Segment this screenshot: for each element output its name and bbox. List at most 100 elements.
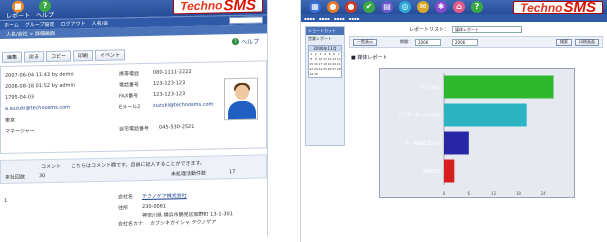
chart-category-label: 新聞(31) (423, 168, 441, 175)
tab-event[interactable]: イベント (95, 49, 126, 62)
count-value: 30 (39, 173, 46, 180)
report-main: レポートリスト： 媒体レポート 一覧表示 期間： 2006 2006 検索 印刷… (349, 26, 603, 216)
field-created: 2006-08-18 01:52 by admin (5, 82, 76, 90)
chart-category-label: 新・雑誌広告(16) (405, 140, 441, 147)
company-kana: カブシキガイシャ テクノゲア (150, 219, 217, 227)
settings-icon[interactable]: ✱ (435, 0, 447, 13)
tab-copy[interactable]: コピー (46, 50, 72, 63)
logo-accent: SMS (223, 0, 256, 14)
chart-x-tick-label: 24 (541, 191, 547, 196)
tab-back[interactable]: 戻る (24, 51, 45, 63)
value-email2[interactable]: suzuki@technosms.com (153, 102, 213, 109)
calendar-grid[interactable]: 1234567 8 9 10 11 12 13 14 15 16 17 18 19 20 21 22 23… (309, 52, 341, 77)
period-end-select[interactable]: 2006 (452, 38, 478, 46)
technosms-logo-right: Techno SMS (513, 0, 603, 16)
company-zip: 230-0061 (142, 203, 167, 211)
avatar-head (235, 84, 249, 101)
chart-heading: ■ 媒体レポート (351, 55, 388, 61)
company-icon[interactable]: ● (345, 0, 357, 13)
nav-logout[interactable]: ログアウト (61, 20, 86, 28)
chart-heading-text: 媒体レポート (357, 55, 388, 61)
right-nav: ▪▪▪▪ ▪▪▪▪ ▪▪▪▪ ▪▪▪▪ (301, 14, 607, 22)
help-icon-right[interactable]: ? (471, 0, 483, 13)
field-email[interactable]: a.suzuki@technosms.com (5, 105, 70, 112)
tab-edit[interactable]: 編集 (2, 51, 23, 63)
field-updated: 2007-06-04 11:43 by demo (5, 71, 74, 79)
shortcut-sidebar: ショートカット 営業レポート 2006年11月 1234567 8 9 10 11 12… (305, 26, 345, 146)
avatar (224, 77, 258, 121)
search-button[interactable]: 検索 (556, 38, 572, 46)
todo-icon[interactable]: ✔ (363, 0, 375, 13)
company-kana-label: 会社名カナ (118, 221, 144, 228)
tab-print[interactable]: 印刷 (73, 50, 94, 62)
home-icon[interactable]: ⌂ (453, 0, 465, 13)
nav-account[interactable]: 人名/会 (92, 20, 109, 27)
right-nav-item[interactable]: ▪▪▪▪ (319, 16, 330, 21)
comment-panel: コメント こちらはコメント欄です。自由に記入することができます。 来社回数 30… (0, 154, 267, 184)
company-address-label: 住所 (118, 205, 129, 212)
company-name-link[interactable]: テクノゲア株式会社 (142, 192, 187, 200)
calendar-icon[interactable]: ▦ (309, 0, 321, 13)
count-label: 来社回数 (5, 174, 26, 181)
chart-x-tick-label: 18 (516, 191, 522, 196)
value-fax: 123-123-123 (153, 91, 186, 98)
search-input[interactable] (229, 16, 263, 25)
chart-plot-area: なし(161) インターネット(191) 新・雑誌広告(16) 新聞(31) 0 6 12 1… (379, 68, 575, 198)
help-link[interactable]: ? ヘルプ (231, 37, 259, 47)
report-icon: ■ (12, 0, 24, 13)
period-start-select[interactable]: 2006 (415, 38, 441, 46)
help-link-label: ヘルプ (240, 38, 259, 46)
logo-text-right: Techno (520, 0, 563, 15)
field-region: 東京 (5, 117, 16, 124)
company-address: 神奈川県 横浜市鶴見区佃野町 13-1-301 (142, 211, 233, 220)
label-home-phone: 自宅電話番号 (119, 125, 150, 133)
company-marker: 1 (4, 197, 8, 204)
value-phone: 123-123-123 (153, 80, 186, 87)
nav-home[interactable]: ホーム (4, 22, 19, 29)
right-toolbar: ▦ ● ● ✔ ▤ ◎ ✉ ✱ ⌂ ? Techno SMS (301, 0, 607, 16)
toolbar-report-label: レポート (6, 11, 31, 20)
right-nav-item[interactable]: ▪▪▪▪ (334, 16, 345, 21)
chart-bar[interactable] (444, 131, 469, 155)
chart-x-tick-label: 0 (443, 191, 446, 196)
chart-container: ■ 媒体レポート なし(161) インターネット(191) 新・雑誌広告(16) 新聞… (349, 54, 603, 204)
report-list-selector: レポートリスト： 媒体レポート (409, 26, 523, 33)
bar-chart: なし(161) インターネット(191) 新・雑誌広告(16) 新聞(31) 0 6 12 1… (397, 73, 554, 196)
mail-icon[interactable]: ✉ (417, 0, 429, 13)
comment-text: こちらはコメント欄です。自由に記入することができます。 (71, 160, 206, 170)
sidebar-item-sales-report[interactable]: 営業レポート (306, 35, 344, 43)
right-nav-item[interactable]: ▪▪▪▪ (304, 16, 315, 21)
contact-detail-panel: 2007-06-04 11:43 by demo 2006-08-18 01:5… (0, 60, 267, 154)
toolbar-help-button[interactable]: ? ヘルプ (36, 0, 54, 19)
print-view-button[interactable]: 印刷画面 (575, 38, 599, 46)
unfinished-label: 未処理活動件数 (171, 170, 207, 178)
report-list-select[interactable]: 媒体レポート (452, 26, 523, 33)
logo-text: Techno (180, 0, 223, 14)
value-mobile: 080-1111-2222 (153, 68, 192, 76)
label-mobile: 携帯電話 (119, 71, 140, 78)
period-label: 期間： (400, 39, 412, 44)
value-home-phone: 045-530-2521 (159, 123, 195, 131)
help-circle-icon: ? (231, 37, 239, 46)
avatar-body (228, 100, 256, 121)
contact-detail-screenshot: ■ レポート ? ヘルプ Techno SMS ホーム グループ設定 ログアウト … (0, 0, 268, 242)
right-nav-item[interactable]: ▪▪▪▪ (349, 16, 360, 21)
document-icon[interactable]: ▤ (381, 0, 393, 13)
mini-calendar: 2006年11月 1234567 8 9 10 11 12 13 14 15 16 17 18 19… (308, 45, 342, 78)
toolbar-report-button[interactable]: ■ レポート (6, 0, 30, 19)
list-view-button[interactable]: 一覧表示 (353, 38, 377, 46)
technosms-logo: Techno SMS (173, 0, 263, 15)
chart-bar[interactable] (444, 75, 554, 99)
company-name-label: 会社名 (118, 194, 134, 201)
company-panel: 1 会社名 テクノゲア株式会社 住所 230-0061 神奈川県 横浜市鶴見区佃… (0, 184, 267, 242)
label-phone: 電話番号 (119, 82, 140, 89)
nav-group-settings[interactable]: グループ設定 (25, 21, 55, 29)
chart-bar[interactable] (444, 103, 527, 127)
filter-bar: 一覧表示 期間： 2006 2006 検索 印刷画面 (349, 36, 603, 48)
chart-category-label: なし(161) (420, 84, 441, 91)
field-birthday: 1795-04-03 (5, 94, 35, 101)
globe-icon[interactable]: ◎ (399, 0, 411, 13)
media-report-screenshot: ▦ ● ● ✔ ▤ ◎ ✉ ✱ ⌂ ? Techno SMS ▪▪▪▪ ▪▪▪▪ … (300, 0, 607, 242)
person-icon[interactable]: ● (327, 0, 339, 13)
chart-bar[interactable] (444, 159, 455, 183)
